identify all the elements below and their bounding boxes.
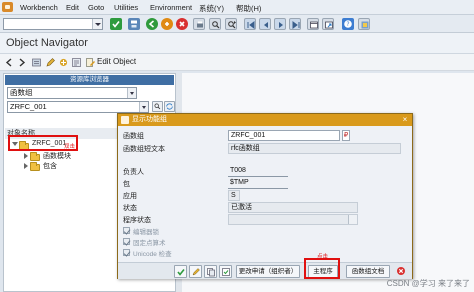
- shortcut-icon[interactable]: [322, 18, 334, 30]
- function-group-doc-button[interactable]: 函数组文档: [346, 265, 390, 278]
- highlight-tree-item: [8, 135, 78, 151]
- csdn-watermark: CSDN @学习 来了来了: [386, 279, 470, 288]
- package-value: $TMP: [230, 179, 249, 186]
- menu-system[interactable]: 系统(Y): [199, 3, 224, 14]
- field-label-package: 包: [123, 181, 130, 188]
- chevron-down-icon[interactable]: [127, 88, 136, 98]
- expand-arrow-icon[interactable]: [24, 153, 28, 159]
- menu-help[interactable]: 帮助(H): [236, 3, 261, 14]
- display-function-group-dialog: 显示功能组 × 函数组 ZRFC_001 ₽ 函数组短文本 rfc函数组 负责人…: [117, 113, 413, 279]
- last-page-icon[interactable]: [289, 18, 301, 30]
- sync-button[interactable]: [164, 101, 175, 112]
- other-object-icon[interactable]: [31, 57, 42, 68]
- prev-page-icon[interactable]: [259, 18, 271, 30]
- expand-arrow-icon[interactable]: [24, 163, 28, 169]
- back-arrow-icon[interactable]: [4, 57, 15, 68]
- enter-icon[interactable]: [110, 18, 122, 30]
- unicode-check-label: Unicode 检查: [133, 251, 172, 258]
- editor-lock-checkbox: [123, 227, 130, 234]
- package-field: $TMP: [228, 178, 288, 189]
- chevron-down-icon[interactable]: [92, 19, 102, 29]
- program-status-field[interactable]: [228, 214, 358, 225]
- search-help-icon[interactable]: ₽: [342, 130, 350, 141]
- menu-utilities[interactable]: Utilities: [114, 3, 138, 12]
- exit-icon[interactable]: [161, 18, 173, 30]
- short-text-field: rfc函数组: [228, 143, 401, 154]
- back-icon[interactable]: [146, 18, 158, 30]
- find-next-icon[interactable]: [225, 18, 237, 30]
- owner-field: T008: [228, 166, 288, 177]
- folder-icon: [30, 152, 40, 161]
- cancel-icon[interactable]: [395, 265, 408, 278]
- application-value: S: [231, 192, 236, 199]
- owner-value: T008: [230, 167, 246, 174]
- fixed-point-checkbox: [123, 238, 130, 245]
- first-page-icon[interactable]: [244, 18, 256, 30]
- field-label-application: 应用: [123, 193, 137, 200]
- dialog-footer: 更改申请（组织者） 主程序 函数组文档: [118, 262, 412, 279]
- check-icon[interactable]: [219, 265, 232, 278]
- field-label-program-status: 程序状态: [123, 217, 151, 224]
- object-name-value: ZRFC_001: [10, 102, 47, 111]
- display-change-icon[interactable]: [45, 57, 56, 68]
- tree-item-includes[interactable]: 包含: [43, 161, 57, 171]
- new-session-icon[interactable]: [307, 18, 319, 30]
- field-label-status: 状态: [123, 205, 137, 212]
- forward-arrow-icon[interactable]: [16, 57, 27, 68]
- close-icon[interactable]: ×: [401, 116, 409, 124]
- menu-environment[interactable]: Environment: [150, 3, 192, 12]
- menu-bar: Workbench Edit Goto Utilities Environmen…: [0, 0, 474, 15]
- page-title: Object Navigator: [6, 37, 88, 49]
- dialog-title-icon: [121, 116, 129, 124]
- object-name-input[interactable]: ZRFC_001: [7, 101, 149, 113]
- edit-object-icon[interactable]: [85, 57, 96, 68]
- fixed-point-label: 固定点算术: [133, 240, 166, 247]
- print-icon[interactable]: [193, 18, 205, 30]
- object-type-value: 函数组: [10, 88, 33, 97]
- tree-item-function-modules[interactable]: 函数模块: [43, 151, 71, 161]
- field-label-function-group: 函数组: [123, 133, 144, 140]
- title-bar: Object Navigator: [0, 33, 474, 54]
- svg-text:?: ?: [346, 21, 349, 28]
- function-group-field[interactable]: ZRFC_001: [228, 130, 340, 141]
- folder-icon: [30, 162, 40, 171]
- unicode-check-checkbox: [123, 249, 130, 256]
- field-label-owner: 负责人: [123, 169, 144, 176]
- application-toolbar: Edit Object: [0, 54, 474, 71]
- status-value: 已激活: [231, 204, 252, 211]
- command-field[interactable]: [3, 18, 103, 30]
- field-label-short-text: 函数组短文本: [123, 146, 165, 153]
- customize-layout-icon[interactable]: [358, 18, 370, 30]
- change-request-button[interactable]: 更改申请（组织者）: [236, 265, 300, 278]
- confirm-icon[interactable]: [174, 265, 187, 278]
- cancel-icon[interactable]: [176, 18, 188, 30]
- chevron-down-icon[interactable]: [348, 215, 357, 224]
- change-display-icon[interactable]: [189, 265, 202, 278]
- dialog-title-text: 显示功能组: [132, 116, 167, 123]
- editor-lock-label: 编辑器锁: [133, 229, 159, 236]
- application-field: S: [228, 190, 240, 201]
- display-button[interactable]: [152, 101, 163, 112]
- save-icon[interactable]: [128, 18, 140, 30]
- activate-icon[interactable]: [58, 57, 69, 68]
- function-group-value: ZRFC_001: [231, 132, 266, 139]
- edit-object-button[interactable]: Edit Object: [97, 57, 136, 66]
- highlight-main-program: [304, 258, 340, 279]
- repository-browser-header[interactable]: 资源库浏览器: [5, 75, 174, 85]
- help-icon[interactable]: ?: [342, 18, 354, 30]
- sap-logo-icon: [2, 2, 13, 12]
- menu-edit[interactable]: Edit: [66, 3, 79, 12]
- find-icon[interactable]: [209, 18, 221, 30]
- where-used-icon[interactable]: [71, 57, 82, 68]
- status-field: 已激活: [228, 202, 358, 213]
- menu-goto[interactable]: Goto: [88, 3, 104, 12]
- object-type-select[interactable]: 函数组: [7, 87, 137, 99]
- copy-icon[interactable]: [204, 265, 217, 278]
- chevron-down-icon[interactable]: [139, 102, 148, 112]
- short-text-value: rfc函数组: [231, 145, 260, 152]
- system-toolbar: ?: [0, 15, 474, 33]
- menu-workbench[interactable]: Workbench: [20, 3, 58, 12]
- dialog-title: 显示功能组 ×: [118, 114, 412, 126]
- next-page-icon[interactable]: [274, 18, 286, 30]
